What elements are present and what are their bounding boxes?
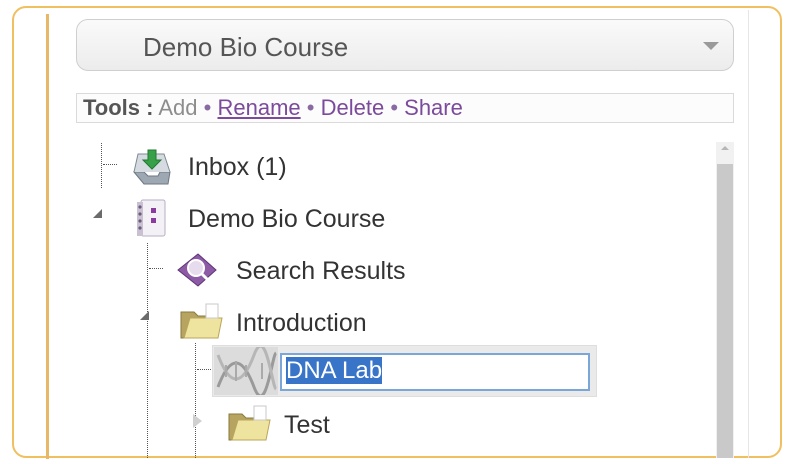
add-button[interactable]: Add [158, 95, 197, 120]
magnifier-search-icon [177, 253, 217, 287]
expand-arrow-icon[interactable] [193, 414, 202, 428]
tree-scrollbar[interactable] [716, 142, 734, 458]
course-select[interactable]: Demo Bio Course [76, 19, 734, 71]
toolbar-separator: • [203, 95, 212, 120]
folder-icon [228, 405, 271, 441]
scroll-up-icon[interactable] [721, 146, 729, 150]
collapse-arrow-icon[interactable] [140, 311, 149, 320]
delete-button[interactable]: Delete [321, 95, 385, 120]
tree-node-label: Test [284, 411, 330, 439]
inbox-tray-icon [132, 149, 171, 185]
rename-input-value: DNA Lab [286, 357, 383, 384]
share-button[interactable]: Share [404, 95, 463, 120]
scrollbar-thumb[interactable] [717, 164, 733, 458]
course-select-value: Demo Bio Course [143, 32, 349, 62]
folder-icon [180, 303, 223, 339]
rename-input[interactable]: DNA Lab [280, 353, 590, 391]
rename-button[interactable]: Rename [217, 95, 300, 120]
tree-connector [197, 369, 211, 370]
chevron-down-icon[interactable] [703, 42, 719, 50]
dna-helix-icon [214, 347, 278, 395]
tools-label: Tools : [83, 95, 154, 120]
tree-node-label: Demo Bio Course [188, 205, 386, 233]
tree-node-label: Introduction [236, 309, 367, 337]
toolbar-separator: • [390, 95, 399, 120]
tree-node-label: Search Results [236, 257, 406, 285]
collapse-arrow-icon[interactable] [93, 209, 102, 218]
left-accent-bar [46, 14, 49, 459]
panel-divider [748, 10, 749, 458]
tree-node-label: Inbox (1) [188, 153, 287, 181]
tree-connector [195, 343, 196, 458]
tree-connector [103, 164, 117, 165]
notebook-icon [137, 199, 166, 237]
tree-connector [101, 143, 102, 188]
tools-toolbar: Tools : Add • Rename • Delete • Share [76, 93, 734, 123]
tree-connector [149, 268, 163, 269]
toolbar-separator: • [306, 95, 315, 120]
tree-connector [147, 243, 148, 458]
